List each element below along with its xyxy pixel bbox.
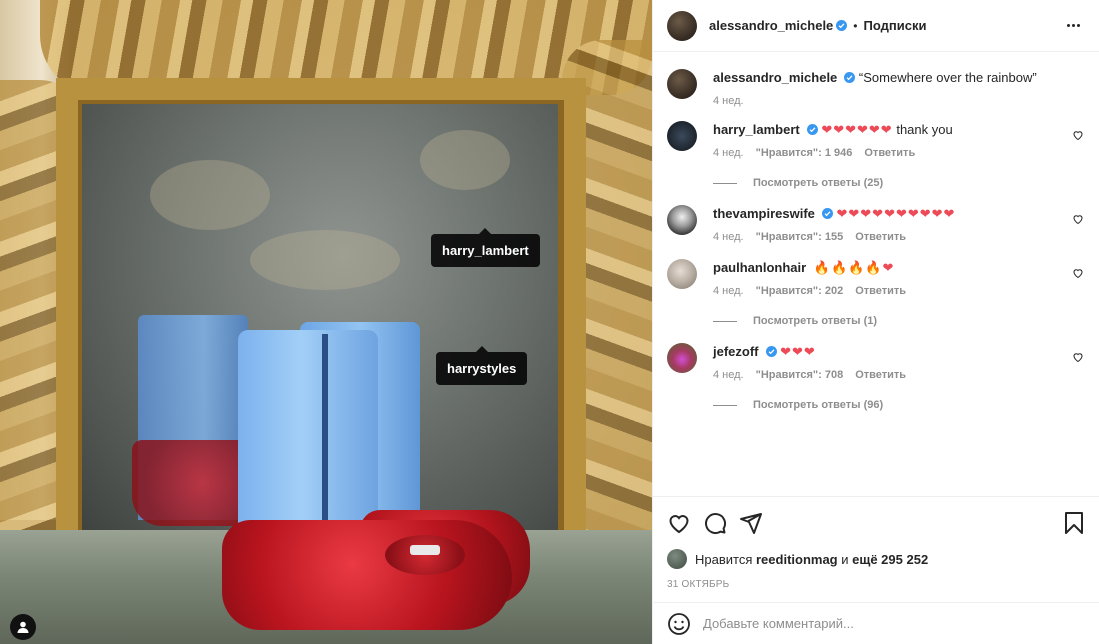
verified-icon xyxy=(844,72,856,83)
more-icon[interactable] xyxy=(1061,14,1085,38)
view-replies-button[interactable]: Посмотреть ответы (25) xyxy=(713,177,1054,189)
heart-icon[interactable] xyxy=(1072,267,1084,279)
liker-username[interactable]: reeditionmag xyxy=(756,552,838,567)
likes-count-button[interactable]: ещё 295 252 xyxy=(852,552,928,567)
comment-input[interactable]: Добавьте комментарий... xyxy=(703,616,854,631)
heart-icon[interactable] xyxy=(1072,213,1084,225)
comment-item: harry_lambert ❤❤❤❤❤❤ thank you 4 нед. "Н… xyxy=(667,121,1084,189)
reply-button[interactable]: Ответить xyxy=(855,231,906,243)
avatar[interactable] xyxy=(667,205,697,235)
verified-icon xyxy=(806,124,818,135)
timestamp[interactable]: 4 нед. xyxy=(713,285,744,297)
timestamp[interactable]: 4 нед. xyxy=(713,369,744,381)
view-replies-button[interactable]: Посмотреть ответы (96) xyxy=(713,399,1054,411)
avatar[interactable] xyxy=(667,10,697,41)
comment-item: thevampireswife ❤❤❤❤❤❤❤❤❤❤ 4 нед. "Нрави… xyxy=(667,205,1084,243)
caption-text: “Somewhere over the rainbow” xyxy=(858,70,1037,85)
post-actions: Нравится reeditionmag и ещё 295 252 31 О… xyxy=(653,496,1099,590)
verified-icon xyxy=(836,20,848,31)
avatar[interactable] xyxy=(667,549,687,569)
likes-count[interactable]: "Нравится": 1 946 xyxy=(756,147,853,159)
comment-item: jefezoff ❤❤❤ 4 нед. "Нравится": 708 Отве… xyxy=(667,343,1084,411)
post-photo[interactable]: harry_lambert harrystyles xyxy=(0,0,652,644)
author-username[interactable]: alessandro_michele xyxy=(709,18,833,33)
likes-count[interactable]: "Нравится": 155 xyxy=(756,231,844,243)
red-glitter-shoe xyxy=(222,520,512,630)
post-header: alessandro_michele • Подписки xyxy=(653,0,1099,52)
caption: alessandro_michele “Somewhere over the r… xyxy=(667,69,1084,107)
smile-icon[interactable] xyxy=(667,612,691,636)
following-button[interactable]: Подписки xyxy=(864,18,927,33)
heart-icon[interactable] xyxy=(667,511,691,535)
timestamp[interactable]: 4 нед. xyxy=(713,147,744,159)
post-date[interactable]: 31 ОКТЯБРЬ xyxy=(667,579,1086,590)
share-icon[interactable] xyxy=(739,511,763,535)
heart-icon[interactable] xyxy=(1072,351,1084,363)
reply-button[interactable]: Ответить xyxy=(855,369,906,381)
user-tag-harry-lambert[interactable]: harry_lambert xyxy=(431,228,540,267)
avatar[interactable] xyxy=(667,121,697,151)
timestamp[interactable]: 4 нед. xyxy=(713,95,744,107)
bookmark-icon[interactable] xyxy=(1062,511,1086,535)
likes-count[interactable]: "Нравится": 202 xyxy=(756,285,844,297)
heart-icon[interactable] xyxy=(1072,129,1084,141)
comment-item: paulhanlonhair 🔥🔥🔥🔥❤ 4 нед. "Нравится": … xyxy=(667,259,1084,327)
user-tag-harrystyles[interactable]: harrystyles xyxy=(436,346,528,385)
avatar[interactable] xyxy=(667,259,697,289)
comments-list: alessandro_michele “Somewhere over the r… xyxy=(653,53,1099,495)
add-comment-bar: Добавьте комментарий... xyxy=(653,602,1099,644)
reply-button[interactable]: Ответить xyxy=(864,147,915,159)
avatar[interactable] xyxy=(667,69,697,99)
view-replies-button[interactable]: Посмотреть ответы (1) xyxy=(713,315,1054,327)
verified-icon xyxy=(765,346,777,357)
user-tag-icon[interactable] xyxy=(10,614,36,640)
avatar[interactable] xyxy=(667,343,697,373)
instagram-post-modal: harry_lambert harrystyles alessandro_mic… xyxy=(0,0,1099,644)
verified-icon xyxy=(821,208,833,219)
likes-count[interactable]: "Нравится": 708 xyxy=(756,369,844,381)
comment-icon[interactable] xyxy=(703,511,727,535)
likes-summary: Нравится reeditionmag и ещё 295 252 xyxy=(667,549,1086,569)
reply-button[interactable]: Ответить xyxy=(855,285,906,297)
post-sidebar: alessandro_michele • Подписки alessandro… xyxy=(652,0,1099,644)
timestamp[interactable]: 4 нед. xyxy=(713,231,744,243)
